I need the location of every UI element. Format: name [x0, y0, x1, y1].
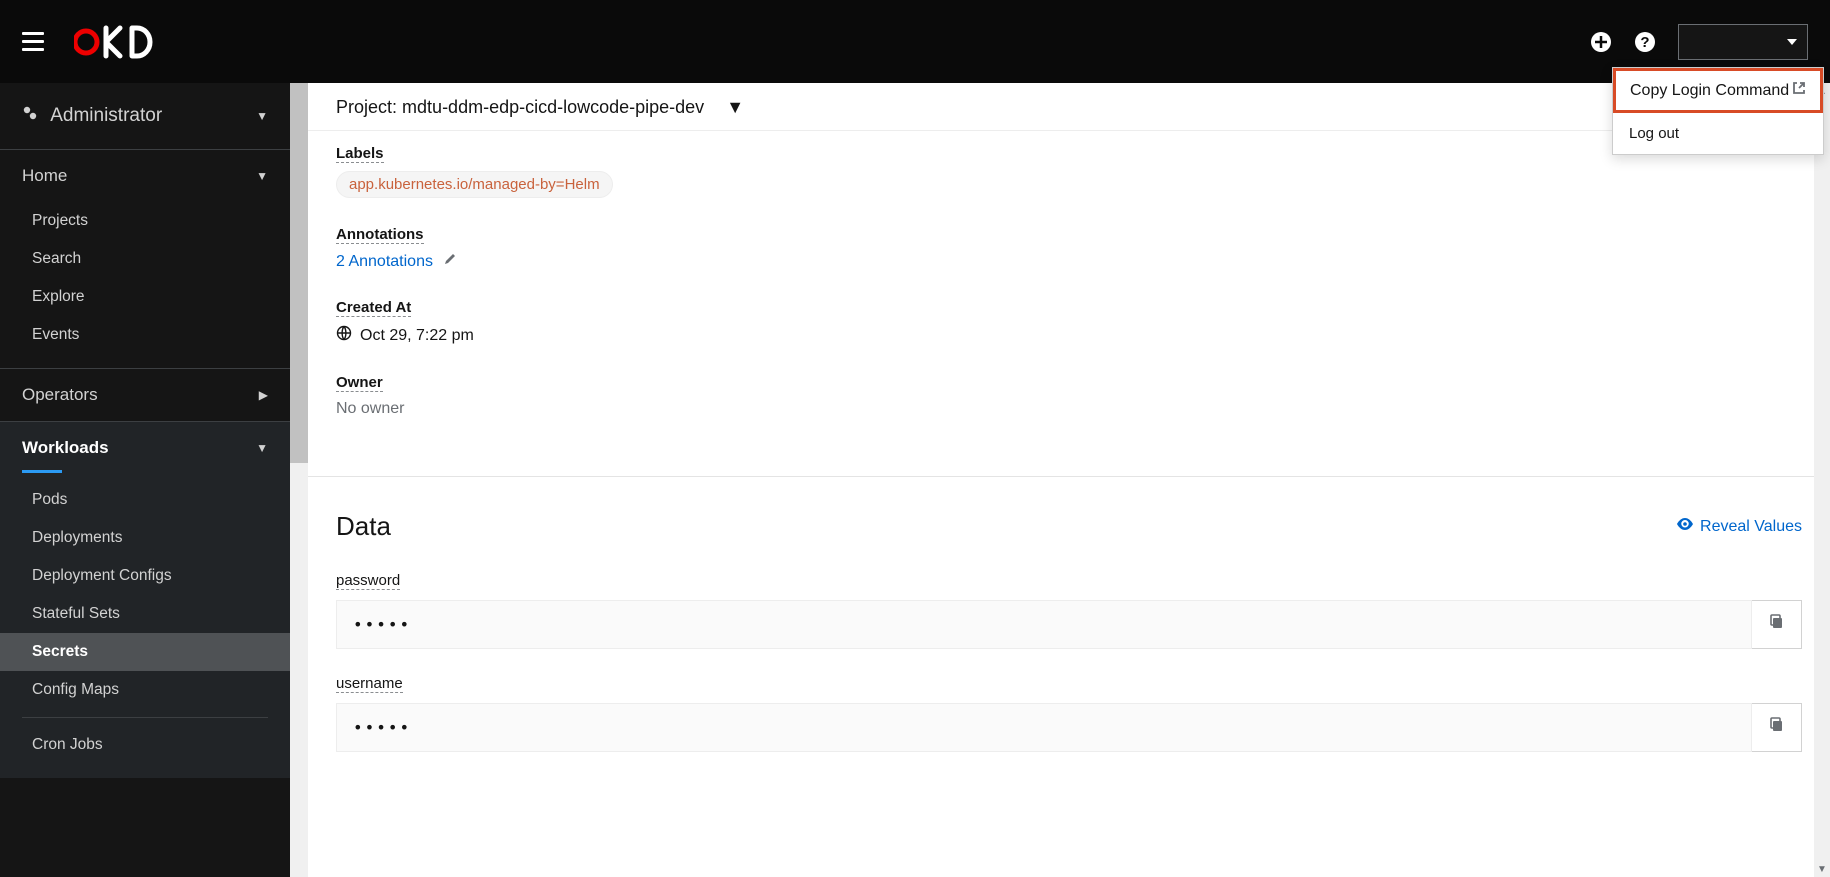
copy-icon: [1769, 717, 1785, 738]
owner-heading: Owner: [336, 374, 383, 392]
logout-item[interactable]: Log out: [1613, 113, 1823, 154]
owner-value: No owner: [336, 400, 1802, 418]
labels-heading: Labels: [336, 145, 384, 163]
sidebar-item-secrets[interactable]: Secrets: [0, 633, 290, 671]
user-dropdown-toggle[interactable]: [1678, 24, 1808, 60]
nav-operators-toggle[interactable]: Operators ▶: [0, 369, 290, 421]
copy-icon: [1769, 614, 1785, 635]
label-chip[interactable]: app.kubernetes.io/managed-by=Helm: [336, 171, 613, 198]
nav-home-label: Home: [22, 166, 67, 186]
help-icon[interactable]: ?: [1634, 31, 1656, 53]
okd-logo[interactable]: [74, 25, 154, 59]
sidebar-scrollbar[interactable]: [290, 83, 308, 877]
copy-login-command-item[interactable]: Copy Login Command: [1613, 68, 1823, 113]
scrollbar-thumb[interactable]: [290, 83, 308, 463]
caret-down-icon: [1787, 39, 1797, 45]
caret-down-icon: ▼: [726, 97, 744, 118]
active-section-indicator: [22, 470, 62, 473]
user-dropdown-menu: Copy Login Command Log out: [1612, 67, 1824, 155]
reveal-values-button[interactable]: Reveal Values: [1676, 515, 1802, 538]
password-label: password: [336, 572, 400, 590]
copy-username-button[interactable]: [1752, 703, 1802, 752]
project-name: mdtu-ddm-edp-cicd-lowcode-pipe-dev: [402, 97, 704, 117]
external-link-icon: [1792, 81, 1806, 100]
svg-text:?: ?: [1640, 34, 1649, 51]
annotations-heading: Annotations: [336, 226, 424, 244]
sidebar-item-pods[interactable]: Pods: [0, 481, 290, 519]
sidebar-item-search[interactable]: Search: [0, 240, 290, 278]
project-selector[interactable]: Project: mdtu-ddm-edp-cicd-lowcode-pipe-…: [308, 83, 1830, 131]
sidebar-item-explore[interactable]: Explore: [0, 278, 290, 316]
nav-operators-label: Operators: [22, 385, 98, 405]
sidebar-item-deployment-configs[interactable]: Deployment Configs: [0, 557, 290, 595]
perspective-label: Administrator: [50, 105, 162, 126]
sidebar-item-deployments[interactable]: Deployments: [0, 519, 290, 557]
nav-workloads-label: Workloads: [22, 438, 109, 458]
data-heading: Data: [336, 511, 391, 542]
hamburger-menu-button[interactable]: [22, 32, 44, 51]
sidebar-item-projects[interactable]: Projects: [0, 202, 290, 240]
sidebar-item-events[interactable]: Events: [0, 316, 290, 354]
pencil-icon[interactable]: [443, 253, 457, 270]
chevron-down-icon: ▼: [256, 169, 268, 183]
sidebar: Administrator ▼ Home ▼ Projects Search E…: [0, 83, 290, 877]
sidebar-item-stateful-sets[interactable]: Stateful Sets: [0, 595, 290, 633]
username-value: •••••: [336, 703, 1752, 752]
add-icon[interactable]: [1590, 31, 1612, 53]
gear-icon: [22, 105, 38, 121]
divider: [22, 717, 268, 718]
password-value: •••••: [336, 600, 1752, 649]
created-at-heading: Created At: [336, 299, 411, 317]
reveal-label: Reveal Values: [1700, 518, 1802, 536]
nav-workloads-toggle[interactable]: Workloads ▼: [0, 422, 290, 474]
eye-icon: [1676, 515, 1694, 538]
chevron-right-icon: ▶: [259, 388, 268, 402]
created-at-value: Oct 29, 7:22 pm: [360, 327, 474, 345]
data-section: Data Reveal Values password ••••• userna…: [308, 477, 1830, 818]
copy-password-button[interactable]: [1752, 600, 1802, 649]
main-scrollbar[interactable]: ▲ ▼: [1814, 83, 1830, 877]
sidebar-item-config-maps[interactable]: Config Maps: [0, 671, 290, 709]
nav-home-toggle[interactable]: Home ▼: [0, 150, 290, 202]
chevron-down-icon: ▼: [256, 109, 268, 123]
perspective-switcher[interactable]: Administrator ▼: [0, 83, 290, 149]
logout-label: Log out: [1629, 125, 1679, 142]
copy-login-label: Copy Login Command: [1630, 82, 1789, 100]
scroll-down-arrow-icon[interactable]: ▼: [1814, 861, 1830, 877]
globe-icon: [336, 325, 352, 346]
sidebar-item-cron-jobs[interactable]: Cron Jobs: [0, 726, 290, 764]
main-content: Project: mdtu-ddm-edp-cicd-lowcode-pipe-…: [308, 83, 1830, 877]
details-section: Labels app.kubernetes.io/managed-by=Helm…: [308, 131, 1830, 476]
annotations-link[interactable]: 2 Annotations: [336, 253, 433, 270]
chevron-down-icon: ▼: [256, 441, 268, 455]
topbar: ?: [0, 0, 1830, 83]
project-prefix: Project:: [336, 97, 397, 117]
username-label: username: [336, 675, 403, 693]
